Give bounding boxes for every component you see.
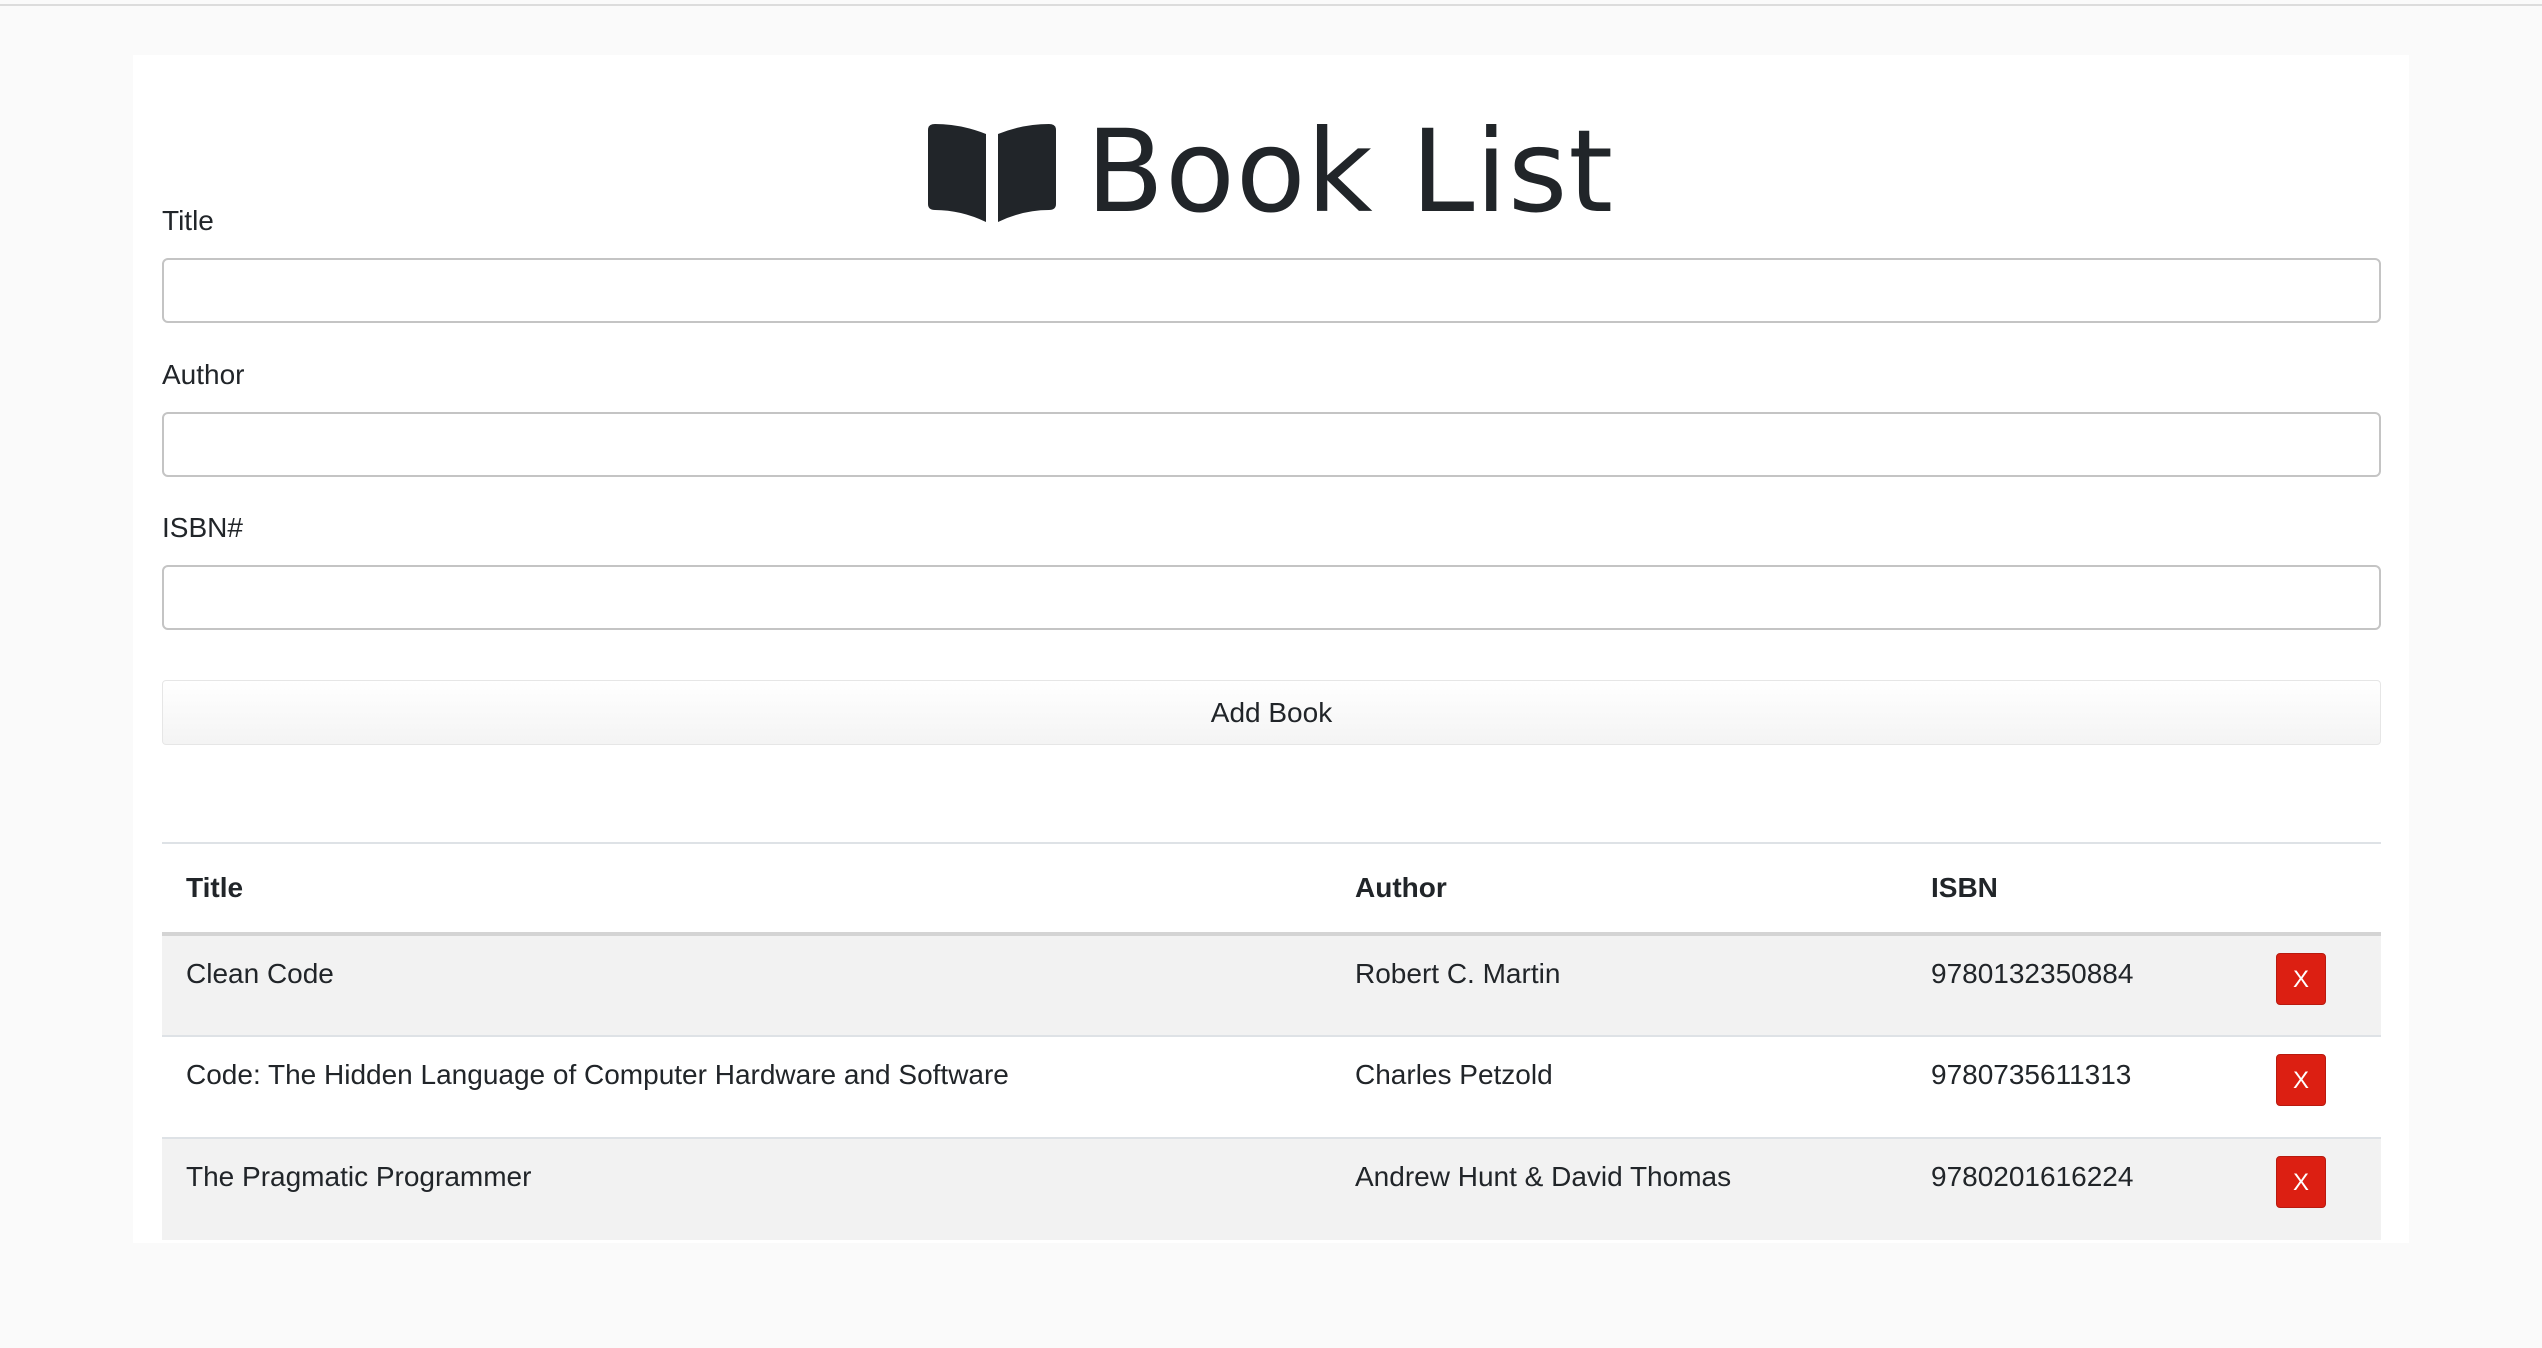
table-row: Code: The Hidden Language of Computer Ha… [162,1036,2381,1139]
book-author-cell: Andrew Hunt & David Thomas [1331,1138,1907,1240]
author-label: Author [162,359,245,390]
book-title-cell: The Pragmatic Programmer [162,1138,1331,1240]
book-isbn-cell: 9780201616224 [1907,1138,2242,1240]
author-input[interactable] [162,412,2381,477]
delete-book-button[interactable]: X [2276,1054,2326,1106]
table-row: The Pragmatic Programmer Andrew Hunt & D… [162,1138,2381,1240]
book-isbn-cell: 9780735611313 [1907,1036,2242,1139]
column-header-isbn: ISBN [1907,842,2242,936]
actions-cell: X [2242,1036,2381,1139]
title-label: Title [162,205,214,236]
top-divider [0,4,2542,6]
book-open-icon [927,122,1056,222]
isbn-input[interactable] [162,565,2381,630]
isbn-label: ISBN# [162,512,243,543]
table-row: Clean Code Robert C. Martin 978013235088… [162,934,2381,1037]
delete-book-button[interactable]: X [2276,953,2326,1005]
book-table: Title Author ISBN Clean Code Robert C. M… [162,842,2381,1240]
book-title-cell: Clean Code [162,934,1331,1037]
add-book-button[interactable]: Add Book [162,680,2381,745]
column-header-actions [2242,842,2381,936]
book-title-cell: Code: The Hidden Language of Computer Ha… [162,1036,1331,1139]
column-header-author: Author [1331,842,1907,936]
actions-cell: X [2242,1138,2381,1240]
book-author-cell: Robert C. Martin [1331,934,1907,1037]
main-container: Book List Title Author ISBN# Add Book Ti… [133,55,2409,1243]
book-isbn-cell: 9780132350884 [1907,934,2242,1037]
actions-cell: X [2242,934,2381,1037]
page-title: Book List [1085,105,1615,238]
page-header: Book List [133,107,2409,237]
table-header-row: Title Author ISBN [162,842,2381,936]
title-input[interactable] [162,258,2381,323]
column-header-title: Title [162,842,1331,936]
book-author-cell: Charles Petzold [1331,1036,1907,1139]
delete-book-button[interactable]: X [2276,1156,2326,1208]
